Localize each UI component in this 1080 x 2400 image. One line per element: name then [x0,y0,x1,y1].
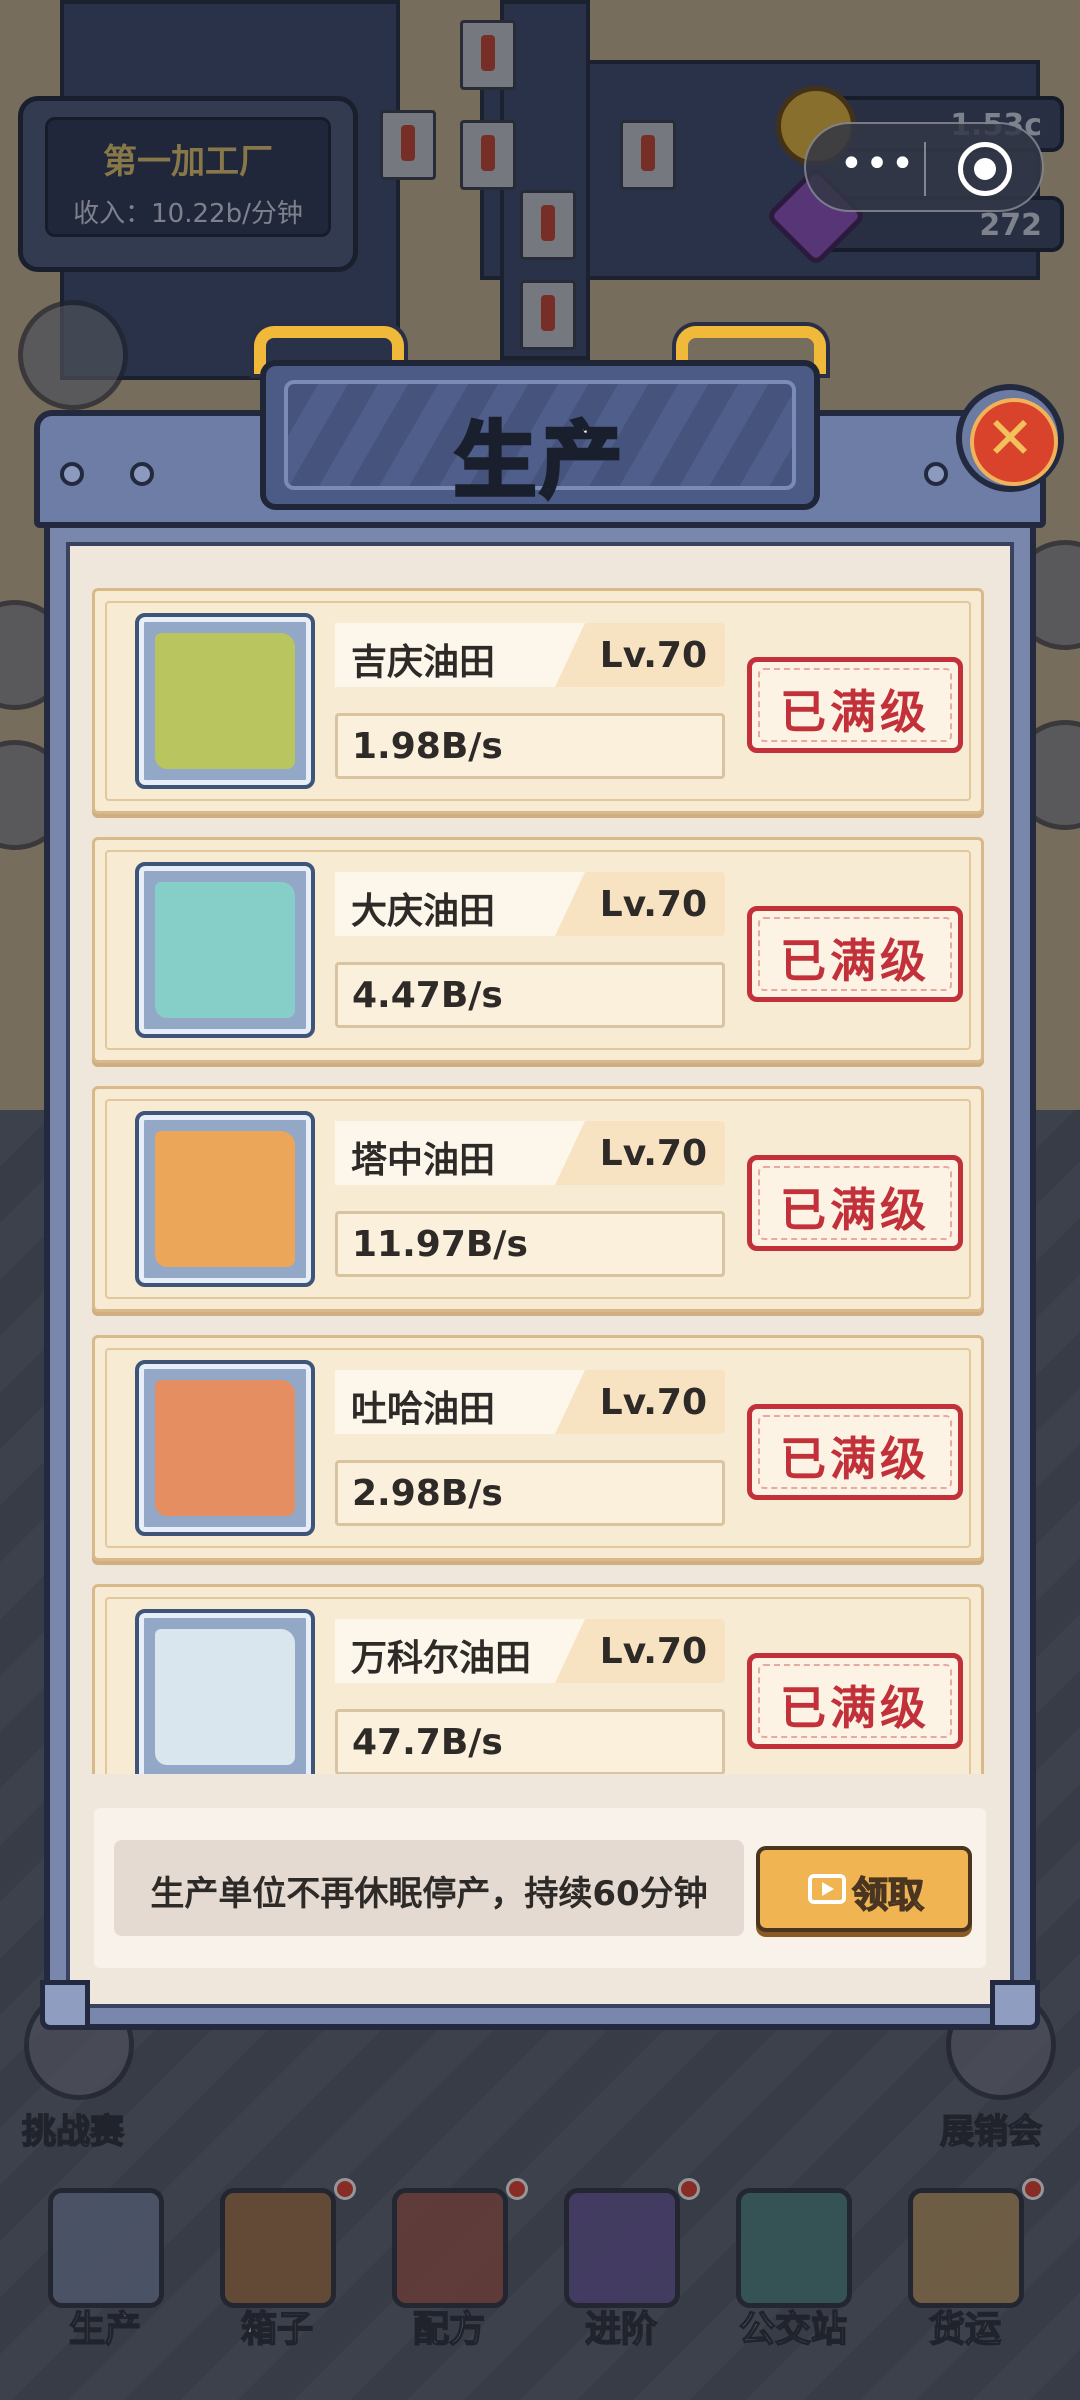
production-rate: 4.47B/s [335,962,725,1028]
oilfield-name: 吉庆油田 [335,623,585,687]
max-level-label: 已满级 [780,685,930,739]
list-item: 吉庆油田 Lv.70 1.98B/s 已满级 [92,588,984,814]
frame-corner [40,1980,90,2030]
claim-button[interactable]: 领取 [756,1846,972,1932]
max-level-label: 已满级 [780,1681,930,1735]
oilfield-map-icon [155,633,295,769]
oilfield-level: Lv.70 [599,1133,707,1174]
max-level-button[interactable]: 已满级 [747,906,963,1002]
production-modal: 生产 ✕ 吉庆油田 Lv.70 1.98B/s 已满级 大庆油田 Lv.70 4… [0,0,1080,2400]
production-rate: 47.7B/s [335,1709,725,1774]
boost-description: 生产单位不再休眠停产，持续60分钟 [114,1840,744,1936]
oilfield-level: Lv.70 [599,884,707,925]
oilfield-thumbnail [135,862,315,1038]
modal-title: 生产 [452,412,626,511]
max-level-button[interactable]: 已满级 [747,1653,963,1749]
oilfield-name: 吐哈油田 [335,1370,585,1434]
max-level-button[interactable]: 已满级 [747,657,963,753]
name-level-box: 万科尔油田 Lv.70 [335,1619,725,1683]
list-item: 大庆油田 Lv.70 4.47B/s 已满级 [92,837,984,1063]
oilfield-thumbnail [135,1111,315,1287]
max-level-label: 已满级 [780,1183,930,1237]
oilfield-thumbnail [135,1609,315,1774]
oilfield-map-icon [155,1629,295,1765]
close-icon: ✕ [985,404,1035,472]
oilfield-thumbnail [135,1360,315,1536]
oilfield-level: Lv.70 [599,1631,707,1672]
oilfield-level: Lv.70 [599,1382,707,1423]
oilfield-map-icon [155,1131,295,1267]
production-list[interactable]: 吉庆油田 Lv.70 1.98B/s 已满级 大庆油田 Lv.70 4.47B/… [88,586,992,1774]
max-level-button[interactable]: 已满级 [747,1404,963,1500]
rivet [60,462,84,486]
max-level-label: 已满级 [780,934,930,988]
oilfield-map-icon [155,882,295,1018]
name-level-box: 大庆油田 Lv.70 [335,872,725,936]
title-banner: 生产 [260,360,820,511]
max-level-label: 已满级 [780,1432,930,1486]
name-level-box: 吉庆油田 Lv.70 [335,623,725,687]
boost-footer: 生产单位不再休眠停产，持续60分钟 领取 [94,1808,986,1968]
list-item: 塔中油田 Lv.70 11.97B/s 已满级 [92,1086,984,1312]
oilfield-name: 塔中油田 [335,1121,585,1185]
oilfield-thumbnail [135,613,315,789]
production-rate: 11.97B/s [335,1211,725,1277]
rivet [130,462,154,486]
rivet [924,462,948,486]
name-level-box: 吐哈油田 Lv.70 [335,1370,725,1434]
list-item: 万科尔油田 Lv.70 47.7B/s 已满级 [92,1584,984,1774]
claim-label: 领取 [851,1874,925,1917]
oilfield-name: 大庆油田 [335,872,585,936]
name-level-box: 塔中油田 Lv.70 [335,1121,725,1185]
max-level-button[interactable]: 已满级 [747,1155,963,1251]
list-item: 吐哈油田 Lv.70 2.98B/s 已满级 [92,1335,984,1561]
video-icon [808,1874,846,1904]
oilfield-map-icon [155,1380,295,1516]
oilfield-level: Lv.70 [599,635,707,676]
oilfield-name: 万科尔油田 [335,1619,585,1683]
production-rate: 1.98B/s [335,713,725,779]
frame-corner [990,1980,1040,2030]
production-rate: 2.98B/s [335,1460,725,1526]
close-button[interactable]: ✕ [956,384,1064,492]
